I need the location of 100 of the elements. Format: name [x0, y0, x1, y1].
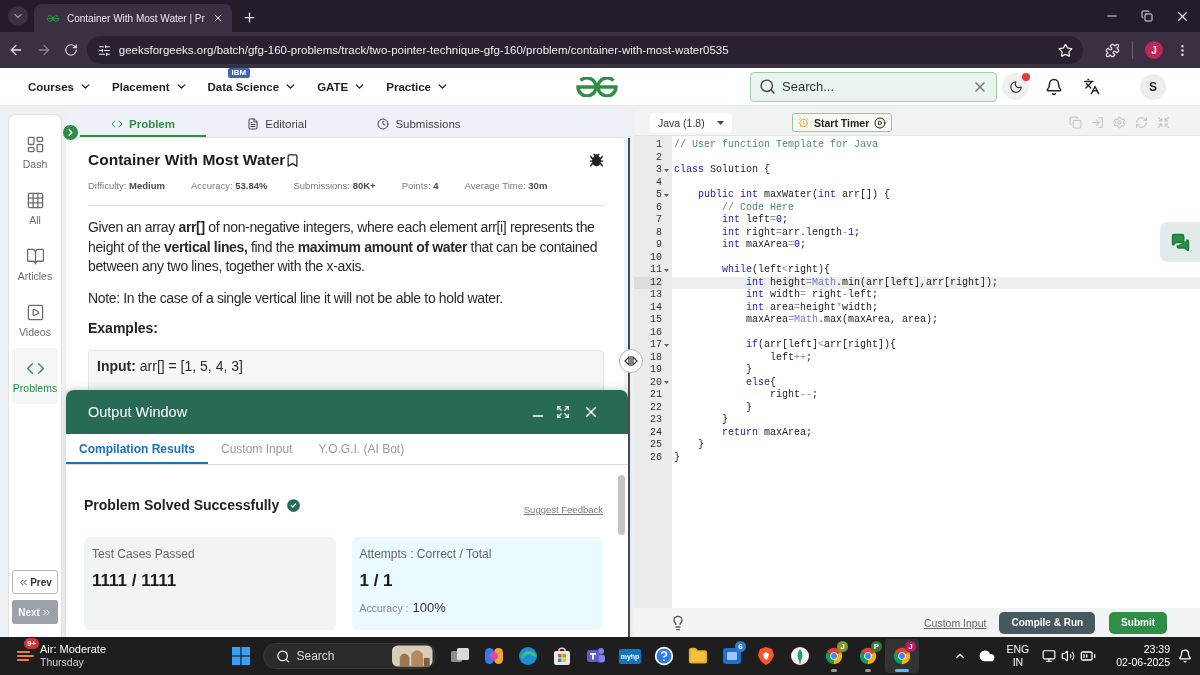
sliders-icon[interactable] [97, 43, 111, 57]
network-icon[interactable] [1042, 649, 1057, 663]
reload-icon[interactable] [63, 43, 78, 57]
code-line: } [697, 439, 704, 450]
bookmark-icon[interactable] [285, 152, 301, 168]
nav-menu-item[interactable]: Placement [112, 80, 188, 93]
line-number: 22 [649, 401, 662, 414]
status-message: Problem Solved Successfully [84, 497, 280, 513]
tab-list-button[interactable] [8, 6, 28, 26]
restore-icon[interactable] [1141, 10, 1153, 22]
search-input[interactable]: Search... [782, 79, 966, 94]
line-number: 11 [649, 264, 662, 277]
user-avatar[interactable]: S [1140, 73, 1166, 100]
language-indicator[interactable]: ENG IN [1006, 643, 1030, 669]
back-icon[interactable] [8, 42, 24, 58]
card-label: Test Cases Passed [92, 547, 195, 561]
line-number: 21 [649, 389, 662, 402]
code-line: maxArea=Math.max(maxArea, area); [745, 314, 939, 325]
taskbar-app[interactable]: 6 [715, 639, 749, 673]
nav-menu-item[interactable]: Courses [28, 80, 93, 93]
bookmark-star-icon[interactable] [1058, 42, 1074, 58]
moon-icon [1008, 79, 1023, 94]
line-number: 5 [655, 189, 662, 202]
problem-stat: Accuracy: 53.84% [190, 180, 268, 191]
fold-arrow-icon[interactable] [664, 343, 669, 347]
chat-icon [1170, 232, 1190, 252]
bug-icon[interactable] [589, 152, 604, 168]
weather-title[interactable]: Air: Moderate [40, 643, 107, 656]
site-logo[interactable] [574, 76, 620, 97]
start-timer-button[interactable]: Start Timer [792, 113, 893, 132]
sidebar-item[interactable]: Dash [12, 124, 58, 180]
fold-arrow-icon[interactable] [664, 193, 669, 197]
app-badge: 6 [735, 641, 746, 652]
taskbar-app[interactable]: P [851, 639, 885, 673]
taskbar-app[interactable]: J [885, 639, 919, 673]
search-input[interactable]: Search [296, 649, 387, 663]
code-line: else{ [745, 376, 777, 388]
sidebar-item[interactable]: Articles [12, 236, 58, 292]
bell-icon[interactable] [1045, 77, 1063, 96]
problem-tab[interactable]: Editorial [206, 110, 348, 137]
feedback-link[interactable]: Suggest Feedback [523, 504, 603, 515]
book-icon [25, 246, 45, 266]
output-window-title: Output Window [88, 404, 188, 420]
problem-tab[interactable]: Submissions [348, 110, 490, 137]
profile-avatar[interactable]: J [1145, 41, 1164, 59]
line-number: 17 [649, 339, 662, 352]
clock[interactable]: 23:39 02-06-2025 [1116, 643, 1170, 669]
code-line: right--; [769, 389, 819, 400]
translate-icon[interactable] [1083, 78, 1100, 95]
taskbar-search-field[interactable]: Search [263, 643, 436, 669]
sidebar-item[interactable]: Problems [12, 348, 58, 404]
line-number: 23 [649, 414, 662, 427]
line-number: 24 [649, 426, 662, 439]
app-window-icon [722, 646, 742, 666]
problem-tab[interactable]: Problem [80, 110, 206, 137]
windows-logo-icon[interactable] [232, 647, 250, 665]
output-tab[interactable]: Compilation Results [66, 434, 208, 464]
extensions-icon[interactable] [1105, 42, 1121, 58]
custom-input-link[interactable]: Custom Input [924, 616, 987, 629]
new-tab-icon[interactable] [241, 10, 257, 25]
accuracy-label: Accuracy : [359, 602, 409, 614]
sidebar-item[interactable]: Videos [12, 292, 58, 348]
fold-arrow-icon[interactable] [664, 168, 669, 172]
volume-icon[interactable] [1061, 649, 1076, 663]
code-line: int area=height*width; [745, 301, 879, 313]
nav-menu-item[interactable]: Practice [386, 80, 450, 93]
notifications-icon[interactable] [1178, 649, 1192, 663]
line-number: 14 [649, 301, 662, 314]
browser-tab[interactable]: Container With Most Water | Pr [34, 4, 232, 32]
fold-arrow-icon[interactable] [664, 381, 669, 385]
chat-button[interactable] [1160, 222, 1200, 262]
app-badge: J [837, 641, 848, 652]
nav-badge: IBM [227, 68, 251, 78]
compile-run-button[interactable]: Compile & Run [999, 611, 1096, 634]
lightbulb-icon[interactable] [670, 614, 686, 631]
scrollbar-thumb[interactable] [618, 475, 625, 535]
battery-icon[interactable] [1080, 648, 1097, 664]
round-browser-icon [858, 646, 878, 666]
code-line: class Solution { [674, 164, 771, 175]
code-line: return maxArea; [721, 426, 813, 438]
address-bar[interactable]: geeksforgeeks.org/batch/gfg-160-problems/track/two-pointer-technique-gfg-160/problem/container-with-most-water0535 [86, 36, 1084, 64]
nav-menu-item[interactable]: Data Science [207, 80, 298, 93]
code-line: int height=Math.min(arr[left],arr[right]); [745, 276, 999, 288]
search-icon [759, 78, 776, 95]
taskbar-app[interactable]: J [817, 639, 851, 673]
prev-button[interactable]: Prev [12, 570, 58, 594]
site-favicon-icon [46, 14, 60, 22]
problem-title: Container With Most Water [88, 151, 286, 169]
line-number: 16 [649, 326, 662, 339]
theme-toggle-button[interactable] [1002, 73, 1029, 100]
search-field[interactable]: Search... [750, 71, 997, 102]
sidebar-item[interactable]: All [12, 180, 58, 236]
expand-icon[interactable] [556, 405, 570, 419]
language-select[interactable]: Java (1.8) [650, 112, 732, 133]
fold-arrow-icon[interactable] [664, 268, 669, 272]
line-number: 13 [649, 289, 662, 302]
nav-menu-item[interactable]: GATE [317, 80, 367, 93]
cloud-icon[interactable] [978, 648, 995, 664]
code-line: while(left<right){ [721, 264, 831, 275]
submit-button[interactable]: Submit [1109, 611, 1167, 634]
